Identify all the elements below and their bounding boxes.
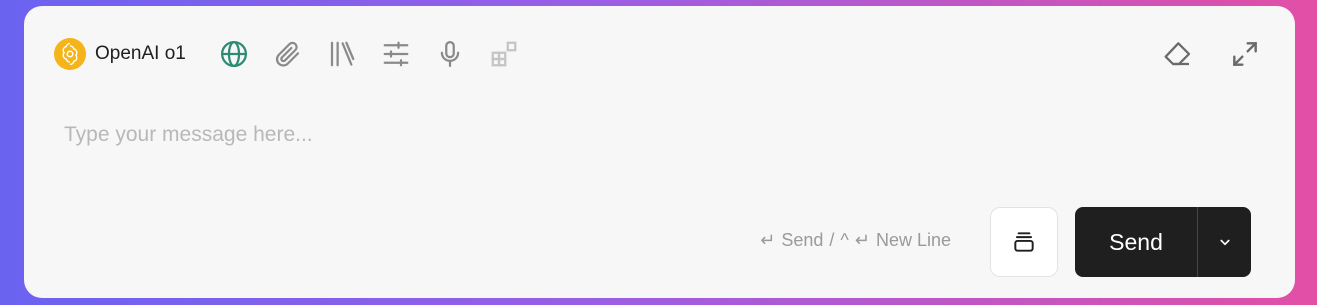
- eraser-icon: [1164, 42, 1191, 66]
- clear-button[interactable]: [1157, 34, 1197, 74]
- quick-phrases-button[interactable]: [990, 207, 1058, 277]
- apps-grid-icon: [491, 41, 517, 67]
- sliders-icon: [383, 41, 409, 67]
- input-toolbar: OpenAI o1: [54, 34, 1265, 74]
- library-books-icon: [330, 41, 355, 67]
- openai-logo-icon: [54, 38, 86, 70]
- send-options-dropdown[interactable]: [1198, 207, 1251, 277]
- send-button[interactable]: Send: [1075, 207, 1198, 277]
- globe-icon: [220, 41, 247, 67]
- voice-input-button[interactable]: [430, 34, 470, 74]
- model-selector[interactable]: OpenAI o1: [54, 38, 186, 70]
- expand-button[interactable]: [1225, 34, 1265, 74]
- message-input[interactable]: [64, 113, 1244, 157]
- attach-button[interactable]: [268, 34, 308, 74]
- hint-separator: /: [829, 230, 835, 250]
- hint-newline-label: New Line: [875, 230, 951, 250]
- knowledge-library-button[interactable]: [322, 34, 362, 74]
- paperclip-icon: [275, 41, 299, 67]
- keyboard-hint: ↵ Send / ^ ↵ New Line: [760, 230, 951, 251]
- web-search-button[interactable]: [214, 34, 254, 74]
- model-name: OpenAI o1: [95, 43, 186, 64]
- parameters-button[interactable]: [376, 34, 416, 74]
- ctrl-caret-icon: ^: [840, 230, 849, 250]
- chat-input-card: OpenAI o1 Type your message here... ↵ Se…: [24, 6, 1295, 298]
- expand-icon: [1233, 42, 1257, 66]
- enter-icon: ↵: [854, 230, 870, 250]
- archive-stack-icon: [1014, 232, 1034, 252]
- chevron-down-icon: [1219, 239, 1230, 246]
- send-button-group: Send: [1075, 207, 1251, 277]
- microphone-icon: [440, 41, 460, 67]
- apps-button[interactable]: [484, 34, 524, 74]
- hint-send-label: Send: [781, 230, 824, 250]
- enter-icon: ↵: [760, 230, 776, 250]
